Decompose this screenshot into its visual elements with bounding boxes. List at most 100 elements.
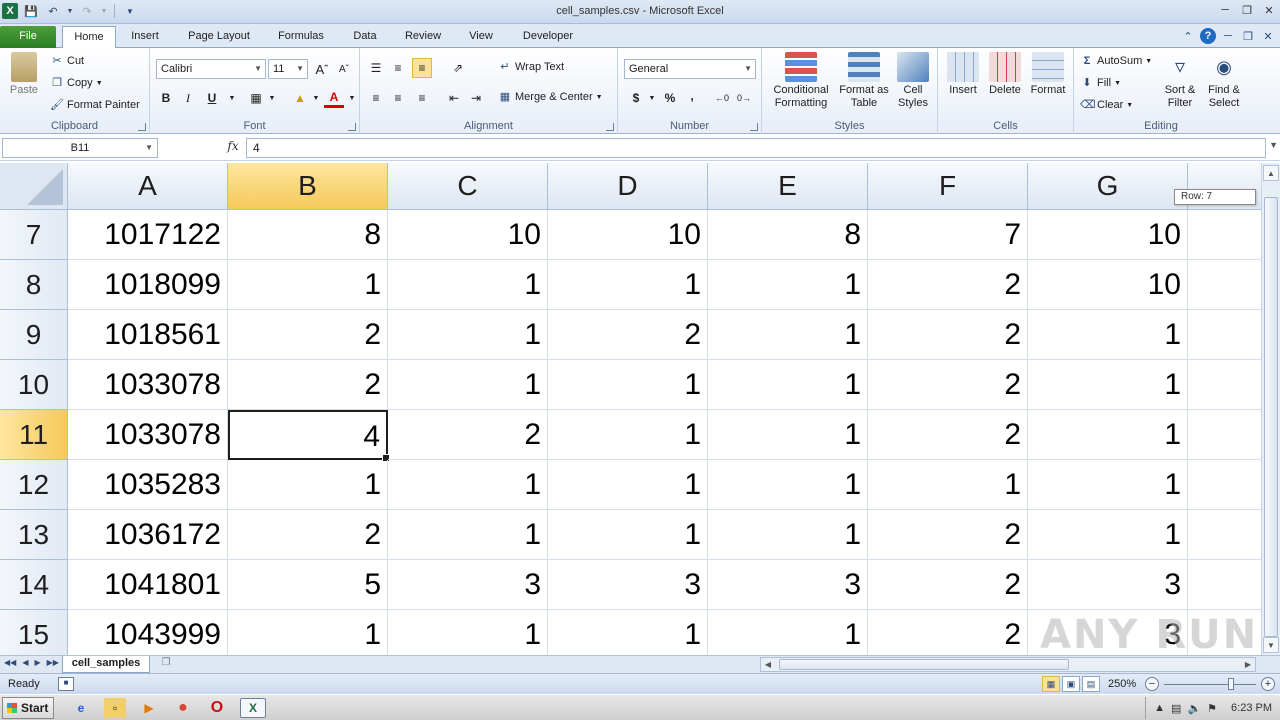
cell[interactable]	[1188, 460, 1261, 510]
insert-cells-button[interactable]: Insert	[942, 52, 984, 97]
column-header-c[interactable]: C	[388, 163, 548, 210]
row-header[interactable]: 12	[0, 460, 68, 510]
expand-formula-bar-icon[interactable]: ▼	[1269, 140, 1278, 150]
clear-dropdown-icon[interactable]: ▼	[1126, 102, 1133, 109]
font-name-combo[interactable]: Calibri ▼	[156, 59, 266, 79]
undo-icon[interactable]: ↶	[44, 2, 62, 20]
cell[interactable]: 1	[1028, 360, 1188, 410]
column-header-e[interactable]: E	[708, 163, 868, 210]
merge-center-button[interactable]: ▦ Merge & Center ▼	[498, 90, 603, 104]
cell[interactable]	[1188, 560, 1261, 610]
formula-input[interactable]: 4	[246, 138, 1266, 158]
find-select-button[interactable]: ◉ Find & Select	[1202, 52, 1246, 110]
borders-dropdown-icon[interactable]: ▼	[262, 88, 282, 108]
column-header-a[interactable]: A	[68, 163, 228, 210]
column-header-f[interactable]: F	[868, 163, 1028, 210]
row-header[interactable]: 11	[0, 410, 68, 460]
shrink-font-icon[interactable]: Aˇ	[334, 59, 354, 79]
media-player-icon[interactable]: ▶	[138, 698, 160, 718]
cell[interactable]: 1018561	[68, 310, 228, 360]
cell[interactable]: 10	[1028, 210, 1188, 260]
autosum-button[interactable]: Σ AutoSum ▼	[1080, 54, 1153, 68]
cell[interactable]: 1	[388, 610, 548, 655]
cell[interactable]: 10	[1028, 260, 1188, 310]
column-header-b[interactable]: B	[228, 163, 388, 210]
cell[interactable]: 3	[708, 560, 868, 610]
align-center-icon[interactable]: ≡	[388, 88, 408, 108]
insert-sheet-icon[interactable]: ❐	[156, 657, 176, 671]
action-center-flag-icon[interactable]: ⚑	[1207, 702, 1217, 715]
cell[interactable]: 1035283	[68, 460, 228, 510]
customize-qat-icon[interactable]: ▼	[121, 2, 139, 20]
cell[interactable]: 1041801	[68, 560, 228, 610]
zoom-slider-track[interactable]	[1164, 684, 1256, 685]
scroll-up-icon[interactable]: ▲	[1263, 165, 1279, 181]
number-format-dropdown-icon[interactable]: ▼	[744, 60, 752, 78]
scroll-down-icon[interactable]: ▼	[1263, 637, 1279, 653]
cell[interactable]: 10	[388, 210, 548, 260]
format-as-table-button[interactable]: Format as Table	[838, 52, 890, 110]
workbook-close-icon[interactable]: ✕	[1260, 28, 1276, 44]
select-all-corner[interactable]	[0, 163, 68, 210]
cell[interactable]: 1	[548, 460, 708, 510]
opera-icon[interactable]: O	[206, 698, 228, 718]
vertical-scroll-thumb[interactable]	[1264, 197, 1278, 637]
cell[interactable]: 1	[388, 510, 548, 560]
restore-icon[interactable]: ❐	[1236, 0, 1258, 20]
redo-dropdown-icon[interactable]: ▼	[100, 2, 108, 20]
font-launcher-icon[interactable]	[348, 123, 356, 131]
normal-view-icon[interactable]: ▦	[1042, 676, 1060, 692]
tab-page-layout[interactable]: Page Layout	[180, 26, 258, 48]
cell[interactable]: 2	[868, 510, 1028, 560]
save-icon[interactable]: 💾	[22, 2, 40, 20]
help-icon[interactable]: ?	[1200, 28, 1216, 44]
folder-icon[interactable]: ▫	[104, 698, 126, 718]
cell[interactable]: 1	[708, 360, 868, 410]
chrome-icon[interactable]: ●	[172, 698, 194, 718]
cell[interactable]: 3	[388, 560, 548, 610]
prev-sheet-icon[interactable]: ◀	[22, 658, 28, 667]
cell[interactable]: 1	[708, 310, 868, 360]
autosum-dropdown-icon[interactable]: ▼	[1145, 58, 1152, 65]
clock[interactable]: 6:23 PM	[1231, 702, 1272, 714]
row-header[interactable]: 8	[0, 260, 68, 310]
tab-developer[interactable]: Developer	[514, 26, 582, 48]
zoom-out-icon[interactable]: −	[1145, 677, 1159, 691]
zoom-slider-thumb[interactable]	[1228, 678, 1234, 690]
cell[interactable]: 1	[1028, 410, 1188, 460]
cell[interactable]: 7	[868, 210, 1028, 260]
minimize-ribbon-icon[interactable]: ⌃	[1180, 28, 1196, 44]
cell[interactable]: 1033078	[68, 410, 228, 460]
align-middle-icon[interactable]: ≡	[388, 58, 408, 78]
close-icon[interactable]: ✕	[1258, 0, 1280, 20]
decrease-indent-icon[interactable]: ⇤	[444, 88, 464, 108]
cell[interactable]	[1188, 260, 1261, 310]
cell[interactable]: 10	[548, 210, 708, 260]
merge-dropdown-icon[interactable]: ▼	[596, 94, 603, 101]
cell[interactable]: 8	[708, 210, 868, 260]
active-cell[interactable]: 4	[228, 410, 390, 462]
cell[interactable]: 2	[228, 360, 388, 410]
cell[interactable]: 2	[228, 510, 388, 560]
excel-logo-icon[interactable]: X	[2, 3, 18, 19]
cell[interactable]: 1	[388, 310, 548, 360]
name-box-dropdown-icon[interactable]: ▼	[145, 139, 153, 157]
increase-decimal-icon[interactable]: ←0	[712, 88, 732, 108]
cell[interactable]: 1033078	[68, 360, 228, 410]
undo-dropdown-icon[interactable]: ▼	[66, 2, 74, 20]
row-header[interactable]: 15	[0, 610, 68, 655]
zoom-in-icon[interactable]: +	[1261, 677, 1275, 691]
workbook-minimize-icon[interactable]: ─	[1220, 28, 1236, 44]
align-right-icon[interactable]: ≡	[412, 88, 432, 108]
fill-button[interactable]: ⬇ Fill ▼	[1080, 76, 1121, 90]
cell[interactable]: 1	[228, 460, 388, 510]
align-left-icon[interactable]: ≡	[366, 88, 386, 108]
comma-button[interactable]: ,	[682, 86, 702, 106]
spreadsheet-grid[interactable]: A B C D E F G 7 1017122 8 10 10 8 7 10 8 1018099 1 1 1 1 2 10 9…	[0, 163, 1261, 655]
horizontal-scroll-thumb[interactable]	[779, 659, 1069, 670]
cell[interactable]	[1188, 360, 1261, 410]
cell[interactable]: 1	[1028, 310, 1188, 360]
cell[interactable]: 2	[868, 310, 1028, 360]
cell[interactable]: 1043999	[68, 610, 228, 655]
cell[interactable]: 1	[548, 260, 708, 310]
